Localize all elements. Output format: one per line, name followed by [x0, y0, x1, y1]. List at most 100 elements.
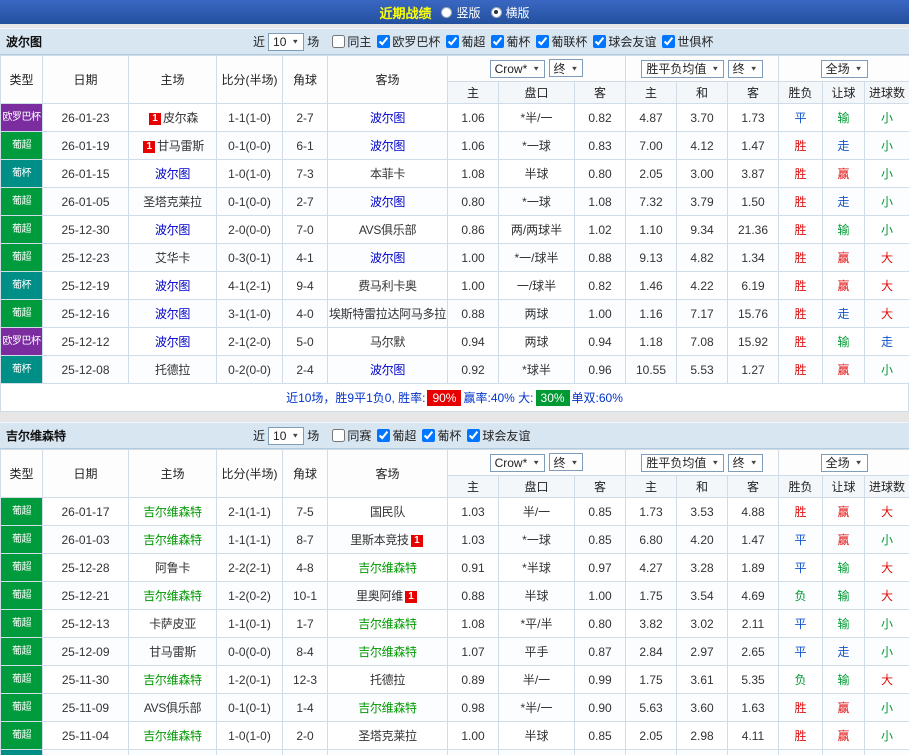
- league-filter-checkbox[interactable]: [446, 35, 460, 48]
- league-filter-checkbox[interactable]: [332, 35, 346, 48]
- league-filter-checkbox[interactable]: [491, 35, 505, 48]
- league-filter[interactable]: 葡超: [442, 33, 485, 50]
- league-filter[interactable]: 欧罗巴杯: [373, 33, 440, 50]
- home-team[interactable]: 吉尔维森特: [128, 665, 217, 694]
- away-team[interactable]: 吉尔维森特: [327, 693, 448, 722]
- recent-count-select[interactable]: 10 ▼: [268, 32, 305, 51]
- away-team[interactable]: 埃斯特雷拉达阿马多拉: [327, 299, 448, 328]
- away-team[interactable]: 国民队: [327, 497, 448, 526]
- away-team[interactable]: 本菲卡: [327, 159, 448, 188]
- match-type-badge: 葡超: [1, 132, 42, 159]
- away-team[interactable]: AVS俱乐部: [327, 215, 448, 244]
- league-filter-checkbox[interactable]: [662, 35, 676, 48]
- league-filter[interactable]: 葡杯: [418, 427, 461, 444]
- home-team[interactable]: 阿鲁卡: [128, 553, 217, 582]
- scope-select[interactable]: 全场 ▼: [820, 453, 868, 472]
- away-team[interactable]: 波尔图: [327, 243, 448, 272]
- match-type-badge: 葡超: [1, 554, 42, 581]
- home-team[interactable]: 波尔图: [128, 159, 217, 188]
- home-team[interactable]: 1 皮尔森: [128, 103, 217, 132]
- avg-away: 1.89: [726, 553, 780, 582]
- avg-type-select[interactable]: 胜平负均值 ▼: [641, 59, 725, 78]
- recent-count-select[interactable]: 10 ▼: [268, 426, 305, 445]
- corner-score: 4-1: [282, 243, 328, 272]
- radio-icon[interactable]: [490, 6, 502, 18]
- league-filter[interactable]: 葡联杯: [532, 33, 587, 50]
- odds-stage-select[interactable]: 终 ▼: [548, 453, 584, 472]
- away-team[interactable]: 费马利卡奥: [327, 271, 448, 300]
- league-filter-checkbox[interactable]: [467, 429, 481, 442]
- away-team[interactable]: 吉尔维森特: [327, 553, 448, 582]
- match-type-cell: 葡超: [0, 721, 43, 750]
- avg-group-header: 胜平负均值 ▼ 终 ▼: [624, 449, 780, 476]
- result-wdl: 平: [778, 553, 824, 582]
- league-filter-checkbox[interactable]: [422, 429, 436, 442]
- home-team[interactable]: 1 甘马雷斯: [128, 131, 217, 160]
- odds-company-select[interactable]: Crow* ▼: [489, 59, 546, 78]
- home-team[interactable]: 波尔图: [128, 327, 217, 356]
- layout-radio-vertical[interactable]: 竖版: [441, 4, 481, 21]
- match-type-cell: 葡超: [0, 497, 43, 526]
- home-team[interactable]: 波尔图: [128, 299, 217, 328]
- league-filters: 同赛 葡超 葡杯 球会友谊: [328, 427, 532, 444]
- odds-away: 0.97: [574, 553, 626, 582]
- corner-score: 1-7: [282, 609, 328, 638]
- avg-group-header: 胜平负均值 ▼ 终 ▼: [624, 55, 780, 82]
- away-team[interactable]: 圣塔克莱拉: [327, 721, 448, 750]
- league-filter[interactable]: 世俱杯: [658, 33, 713, 50]
- league-filter-label: 世俱杯: [677, 35, 714, 49]
- away-team[interactable]: 里奥阿维 1: [327, 581, 448, 610]
- odds-handicap: 一/球半: [498, 271, 575, 300]
- away-team[interactable]: 波尔图: [327, 131, 448, 160]
- home-team[interactable]: 托德拉: [128, 355, 217, 384]
- home-team[interactable]: AVS俱乐部: [128, 693, 217, 722]
- match-row: 葡超 25-12-23 艾华卡 0-3(0-1) 4-1 波尔图 1.00 *一/球半 0.88…: [0, 243, 909, 272]
- league-filter-checkbox[interactable]: [593, 35, 607, 48]
- league-filter-checkbox[interactable]: [332, 429, 346, 442]
- result-wdl: 负: [778, 581, 824, 610]
- home-team[interactable]: 圣塔克莱拉: [128, 187, 217, 216]
- home-team[interactable]: 吉尔维森特: [128, 525, 217, 554]
- home-team[interactable]: 吉尔维森特: [128, 497, 217, 526]
- away-team[interactable]: 吉尔维森特1: [327, 749, 448, 755]
- avg-draw: 4.82: [676, 243, 728, 272]
- league-filter[interactable]: 同主: [328, 33, 371, 50]
- layout-radio-horizontal[interactable]: 横版: [490, 4, 530, 21]
- odds-stage-select[interactable]: 终 ▼: [548, 59, 584, 78]
- avg-stage-select[interactable]: 终 ▼: [727, 453, 763, 472]
- away-team[interactable]: 波尔图: [327, 187, 448, 216]
- home-team[interactable]: 吉尔维森特: [128, 581, 217, 610]
- away-team[interactable]: 托德拉: [327, 665, 448, 694]
- league-filter[interactable]: 同赛: [328, 427, 371, 444]
- league-filter-checkbox[interactable]: [536, 35, 550, 48]
- home-team[interactable]: 甘马雷斯: [128, 637, 217, 666]
- away-team[interactable]: 吉尔维森特: [327, 637, 448, 666]
- match-score: 0-1(0-1): [216, 693, 283, 722]
- odds-away: 0.80: [574, 159, 626, 188]
- league-filter-checkbox[interactable]: [377, 429, 391, 442]
- away-team[interactable]: 波尔图: [327, 355, 448, 384]
- radio-icon[interactable]: [441, 6, 453, 18]
- league-filter[interactable]: 球会友谊: [463, 427, 530, 444]
- scope-value: 全场: [825, 456, 850, 470]
- home-team[interactable]: 波尔图: [128, 271, 217, 300]
- away-team[interactable]: 波尔图: [327, 103, 448, 132]
- matches-label: 场: [307, 429, 320, 443]
- avg-type-select[interactable]: 胜平负均值 ▼: [641, 453, 725, 472]
- odds-company-select[interactable]: Crow* ▼: [489, 453, 546, 472]
- league-filter[interactable]: 球会友谊: [589, 33, 656, 50]
- away-team[interactable]: 吉尔维森特: [327, 609, 448, 638]
- away-team[interactable]: 里斯本竞技 1: [327, 525, 448, 554]
- home-team[interactable]: 吉尔维森特: [128, 721, 217, 750]
- home-team[interactable]: 波尔图: [128, 215, 217, 244]
- avg-stage-select[interactable]: 终 ▼: [727, 59, 763, 78]
- league-filter-checkbox[interactable]: [377, 35, 391, 48]
- scope-select[interactable]: 全场 ▼: [820, 59, 868, 78]
- corner-score: 1-4: [282, 749, 328, 755]
- home-team[interactable]: 艾华卡: [128, 749, 217, 755]
- away-team[interactable]: 马尔默: [327, 327, 448, 356]
- league-filter[interactable]: 葡超: [373, 427, 416, 444]
- home-team[interactable]: 卡萨皮亚: [128, 609, 217, 638]
- home-team[interactable]: 艾华卡: [128, 243, 217, 272]
- league-filter[interactable]: 葡杯: [487, 33, 530, 50]
